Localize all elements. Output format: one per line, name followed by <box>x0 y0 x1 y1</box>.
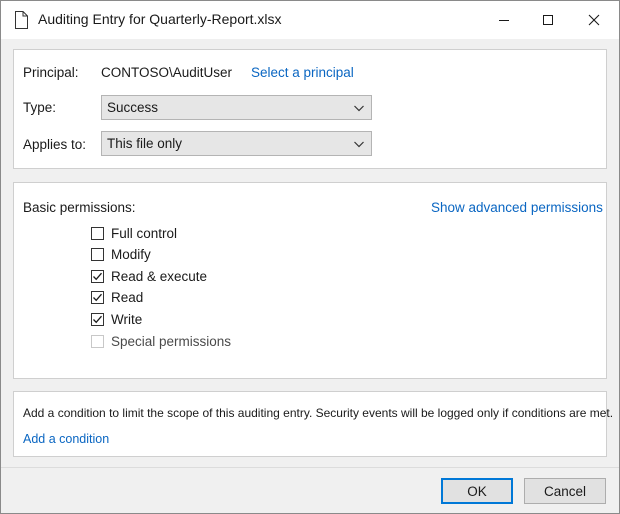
chevron-down-icon <box>354 105 364 112</box>
close-button[interactable] <box>571 1 617 39</box>
cancel-button[interactable]: Cancel <box>524 478 606 504</box>
type-dropdown-value: Success <box>107 100 159 115</box>
checkbox-label: Write <box>111 312 143 327</box>
applies-to-label: Applies to: <box>23 137 87 152</box>
principal-label: Principal: <box>23 65 79 80</box>
checkbox-box[interactable] <box>91 248 104 261</box>
add-condition-link[interactable]: Add a condition <box>23 432 109 446</box>
principal-section: Principal: CONTOSO\AuditUser Select a pr… <box>13 49 607 169</box>
condition-section: Add a condition to limit the scope of th… <box>13 391 613 457</box>
ok-button[interactable]: OK <box>441 478 513 504</box>
checkbox-label: Special permissions <box>111 334 232 349</box>
maximize-icon <box>543 15 553 25</box>
checkmark-icon <box>93 272 102 281</box>
minimize-button[interactable] <box>481 1 527 39</box>
checkmark-icon <box>93 315 102 324</box>
checkbox-label: Read <box>111 290 144 305</box>
chevron-down-icon <box>354 141 364 148</box>
maximize-button[interactable] <box>525 1 571 39</box>
document-icon <box>14 11 28 29</box>
checkbox-label: Read & execute <box>111 269 208 284</box>
permissions-section: Basic permissions: Show advanced permiss… <box>13 182 607 379</box>
type-dropdown[interactable]: Success <box>101 95 372 120</box>
footer-divider <box>1 467 619 468</box>
auditing-entry-dialog: Auditing Entry for Quarterly-Report.xlsx… <box>0 0 620 514</box>
checkbox-box[interactable] <box>91 313 104 326</box>
applies-to-dropdown-value: This file only <box>107 136 183 151</box>
condition-description: Add a condition to limit the scope of th… <box>23 406 614 420</box>
checkbox-box[interactable] <box>91 270 104 283</box>
checkbox-box[interactable] <box>91 291 104 304</box>
close-icon <box>588 14 600 26</box>
checkbox-label: Modify <box>111 247 151 262</box>
basic-permissions-label: Basic permissions: <box>23 200 136 215</box>
show-advanced-permissions-link[interactable]: Show advanced permissions <box>431 200 603 215</box>
checkmark-icon <box>93 293 102 302</box>
type-label: Type: <box>23 100 57 115</box>
checkbox-box[interactable] <box>91 227 104 240</box>
window-title: Auditing Entry for Quarterly-Report.xlsx <box>38 11 282 27</box>
select-principal-link[interactable]: Select a principal <box>251 65 354 80</box>
applies-to-dropdown[interactable]: This file only <box>101 131 372 156</box>
minimize-icon <box>499 20 509 21</box>
title-bar[interactable]: Auditing Entry for Quarterly-Report.xlsx <box>1 1 619 39</box>
checkbox-box <box>91 335 104 348</box>
principal-value: CONTOSO\AuditUser <box>101 65 233 80</box>
checkbox-label: Full control <box>111 226 178 241</box>
